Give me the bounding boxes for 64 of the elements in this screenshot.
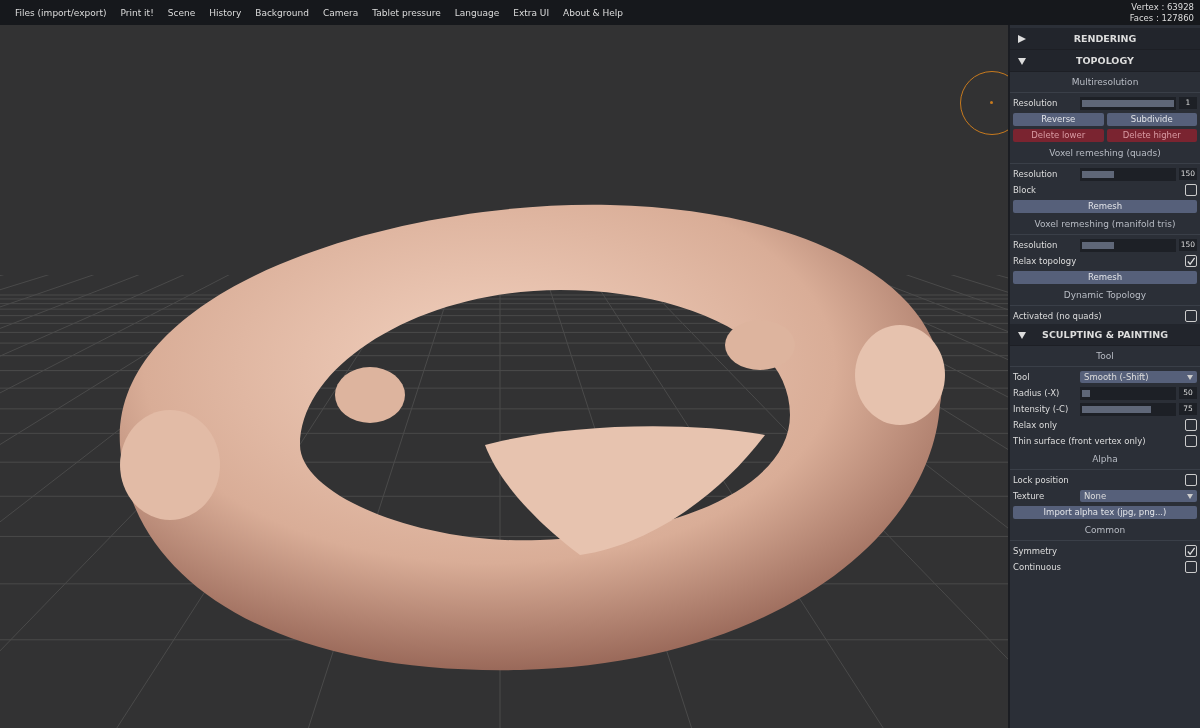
slider-label: Intensity (-C) (1013, 404, 1070, 414)
menu-item[interactable]: About & Help (556, 7, 630, 18)
panel-button[interactable]: Remesh (1013, 270, 1197, 284)
collapse-icon (1018, 56, 1026, 65)
checkbox-label: Lock position (1013, 475, 1070, 485)
panel-button[interactable]: Reverse (1013, 112, 1104, 126)
menu-item[interactable]: Camera (315, 7, 366, 18)
menu-item[interactable]: Background (248, 7, 316, 18)
checkbox-label: Continuous (1013, 562, 1062, 572)
section-title: SCULPTING & PAINTING (1041, 329, 1169, 340)
section-title: TOPOLOGY (1075, 55, 1135, 66)
group-title: Voxel remeshing (manifold tris) (1010, 214, 1200, 235)
slider-label: Resolution (1013, 98, 1059, 108)
group-title: Tool (1010, 346, 1200, 367)
checkbox-label: Block (1013, 185, 1037, 195)
slider-label: Radius (-X) (1013, 388, 1061, 398)
section-title: RENDERING (1072, 33, 1138, 44)
slider-track[interactable] (1080, 386, 1176, 400)
section-header[interactable]: SCULPTING & PAINTING (1010, 324, 1200, 346)
menu-item[interactable]: Print it! (113, 7, 161, 18)
checkbox-label: Symmetry (1013, 546, 1059, 556)
checkbox[interactable] (1185, 310, 1197, 322)
checkbox-label: Activated (no quads) (1013, 311, 1103, 321)
panel-button[interactable]: Import alpha tex (jpg, png...) (1013, 505, 1197, 519)
collapse-icon (1018, 330, 1026, 339)
group-title: Multiresolution (1010, 72, 1200, 93)
checkbox-label: Relax topology (1013, 256, 1078, 266)
group-title: Dynamic Topology (1010, 285, 1200, 306)
dropdown-label: Texture (1013, 491, 1046, 501)
panel-button[interactable]: Subdivide (1106, 112, 1197, 126)
checkbox[interactable] (1185, 545, 1197, 557)
group-title: Voxel remeshing (quads) (1010, 143, 1200, 164)
checkbox[interactable] (1185, 184, 1197, 196)
dropdown-label: Tool (1013, 372, 1031, 382)
menu-item[interactable]: Tablet pressure (365, 7, 448, 18)
dropdown[interactable]: None (1080, 490, 1197, 502)
slider-track[interactable] (1080, 238, 1176, 252)
dropdown[interactable]: Smooth (-Shift) (1080, 371, 1197, 383)
mesh-stat: Faces : 127860 (1129, 12, 1194, 24)
slider-track[interactable] (1080, 167, 1176, 181)
menu-item[interactable]: Scene (160, 7, 203, 18)
checkbox[interactable] (1185, 561, 1197, 573)
checkbox-label: Relax only (1013, 420, 1059, 430)
section-header[interactable]: TOPOLOGY (1010, 50, 1200, 72)
dropdown-caret-icon (1187, 374, 1193, 380)
checkbox[interactable] (1185, 474, 1197, 486)
slider-track[interactable] (1080, 402, 1176, 416)
menu-item[interactable]: Language (447, 7, 507, 18)
checkbox-label: Thin surface (front vertex only) (1013, 436, 1147, 446)
checkbox[interactable] (1185, 419, 1197, 431)
slider-label: Resolution (1013, 169, 1059, 179)
menu-item[interactable]: History (202, 7, 249, 18)
group-title: Alpha (1010, 449, 1200, 470)
dropdown-caret-icon (1187, 493, 1193, 499)
checkbox[interactable] (1185, 435, 1197, 447)
section-header[interactable]: RENDERING (1010, 28, 1200, 50)
menu-item[interactable]: Files (import/export) (8, 7, 114, 18)
checkbox[interactable] (1185, 255, 1197, 267)
expand-icon (1018, 34, 1026, 43)
group-title: Common (1010, 520, 1200, 541)
menu-item[interactable]: Extra UI (506, 7, 557, 18)
slider-label: Resolution (1013, 240, 1059, 250)
panel-button[interactable]: Remesh (1013, 199, 1197, 213)
mesh-stat: Vertex : 63928 (1131, 1, 1194, 13)
